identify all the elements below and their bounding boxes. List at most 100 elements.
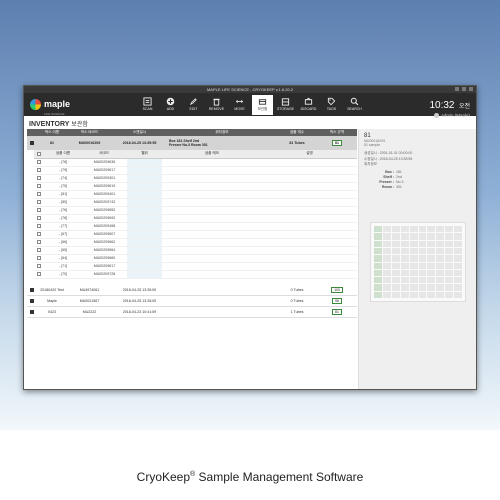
well-cell[interactable] (436, 291, 445, 298)
well-cell[interactable] (427, 277, 436, 284)
well-cell[interactable] (400, 233, 409, 240)
table-row[interactable]: - [75] MU00209619 (34, 182, 357, 191)
well-cell[interactable] (409, 277, 418, 284)
row-checkbox-cell[interactable] (34, 270, 44, 279)
table-row[interactable]: - [78] MU00209636 (34, 158, 357, 167)
well-cell[interactable] (445, 233, 454, 240)
table-row[interactable]: - [77] MU00209458 (34, 222, 357, 231)
row-checkbox[interactable] (37, 176, 41, 181)
well-cell[interactable] (400, 277, 409, 284)
well-cell[interactable] (391, 277, 400, 284)
well-cell[interactable] (409, 226, 418, 233)
checkbox-checked[interactable] (30, 141, 34, 146)
well-cell[interactable] (374, 284, 382, 291)
sample-header-name[interactable]: 샘플 이름 (44, 150, 82, 159)
table-row[interactable]: - [79] MU00209617 (34, 166, 357, 175)
row-checkbox[interactable] (37, 256, 41, 261)
row-checkbox[interactable] (37, 240, 41, 245)
well-cell[interactable] (374, 269, 382, 277)
well-cell[interactable] (436, 240, 445, 247)
well-cell[interactable] (427, 284, 436, 291)
row-checkbox-cell[interactable] (34, 262, 44, 271)
well-cell[interactable] (445, 226, 454, 233)
sample-header-well[interactable]: 웰위 (127, 150, 162, 159)
storage-button[interactable]: STORAGE (275, 95, 296, 115)
table-row[interactable]: - [67] MU00209607 (34, 230, 357, 239)
well-cell[interactable] (418, 277, 427, 284)
row-checkbox[interactable] (37, 192, 41, 197)
row-checkbox-cell[interactable] (34, 230, 44, 239)
well-cell[interactable] (454, 233, 462, 240)
well-cell[interactable] (418, 240, 427, 247)
well-cell[interactable] (374, 226, 382, 233)
well-cell[interactable] (418, 262, 427, 269)
well-cell[interactable] (391, 284, 400, 291)
row-checkbox[interactable] (30, 310, 34, 315)
well-cell[interactable] (436, 247, 445, 255)
well-cell[interactable] (374, 247, 382, 255)
well-cell[interactable] (391, 269, 400, 277)
header-box-spec[interactable]: 박스 규격 (317, 129, 357, 136)
well-cell[interactable] (436, 255, 445, 262)
well-cell[interactable] (418, 291, 427, 298)
row-checkbox-cell[interactable] (27, 284, 37, 296)
header-location[interactable]: 위치정보 (167, 129, 277, 136)
well-cell[interactable] (445, 291, 454, 298)
row-checkbox[interactable] (37, 208, 41, 213)
select-all-checkbox[interactable] (37, 151, 41, 156)
well-cell[interactable] (382, 277, 391, 284)
well-cell[interactable] (374, 262, 382, 269)
table-row[interactable]: - [78] MU00209692 (34, 214, 357, 223)
well-cell[interactable] (436, 226, 445, 233)
table-row[interactable]: - [81] MU00209401 (34, 190, 357, 199)
well-cell[interactable] (374, 233, 382, 240)
storage-box-button[interactable]: 보관함 (252, 95, 273, 115)
well-cell[interactable] (418, 269, 427, 277)
row-checkbox-cell[interactable] (34, 174, 44, 183)
table-row[interactable]: - [66] MU00209662 (34, 238, 357, 247)
row-checkbox[interactable] (37, 168, 41, 173)
search-button[interactable]: SEARCH (344, 95, 365, 115)
well-cell[interactable] (382, 226, 391, 233)
well-cell[interactable] (436, 269, 445, 277)
well-cell[interactable] (445, 284, 454, 291)
well-cell[interactable] (374, 277, 382, 284)
well-cell[interactable] (400, 255, 409, 262)
row-checkbox-cell[interactable] (27, 295, 37, 307)
well-cell[interactable] (382, 247, 391, 255)
table-row[interactable]: - [76] MU00209653 (34, 206, 357, 215)
sample-header-desc[interactable]: 설명 (262, 150, 357, 159)
well-cell[interactable] (436, 277, 445, 284)
table-row[interactable]: - [64] MU00209660 (34, 254, 357, 263)
well-cell[interactable] (400, 240, 409, 247)
well-cell[interactable] (427, 262, 436, 269)
well-cell[interactable] (454, 240, 462, 247)
well-cell[interactable] (409, 233, 418, 240)
well-cell[interactable] (400, 291, 409, 298)
well-cell[interactable] (382, 255, 391, 262)
well-cell[interactable] (400, 226, 409, 233)
row-checkbox-cell[interactable] (34, 158, 44, 167)
well-cell[interactable] (454, 262, 462, 269)
row-checkbox[interactable] (37, 200, 41, 205)
row-checkbox[interactable] (27, 136, 37, 150)
well-cell[interactable] (400, 262, 409, 269)
well-cell[interactable] (454, 255, 462, 262)
well-cell[interactable] (400, 269, 409, 277)
well-cell[interactable] (391, 291, 400, 298)
table-row[interactable]: - [65] MU00209564 (34, 246, 357, 255)
well-cell[interactable] (409, 255, 418, 262)
well-cell[interactable] (445, 247, 454, 255)
well-cell[interactable] (409, 262, 418, 269)
well-cell[interactable] (374, 255, 382, 262)
well-cell[interactable] (436, 284, 445, 291)
row-checkbox[interactable] (37, 216, 41, 221)
row-checkbox[interactable] (37, 224, 41, 229)
row-checkbox-cell[interactable] (34, 166, 44, 175)
table-row[interactable]: 0423 MU2222 2018-04-23 10:41:59 1 Tubes … (27, 306, 357, 318)
discard-button[interactable]: DISCARD (298, 95, 319, 115)
sample-header-memo[interactable]: 샘플 메모 (162, 150, 262, 159)
well-cell[interactable] (427, 255, 436, 262)
well-cell[interactable] (418, 226, 427, 233)
well-cell[interactable] (391, 247, 400, 255)
